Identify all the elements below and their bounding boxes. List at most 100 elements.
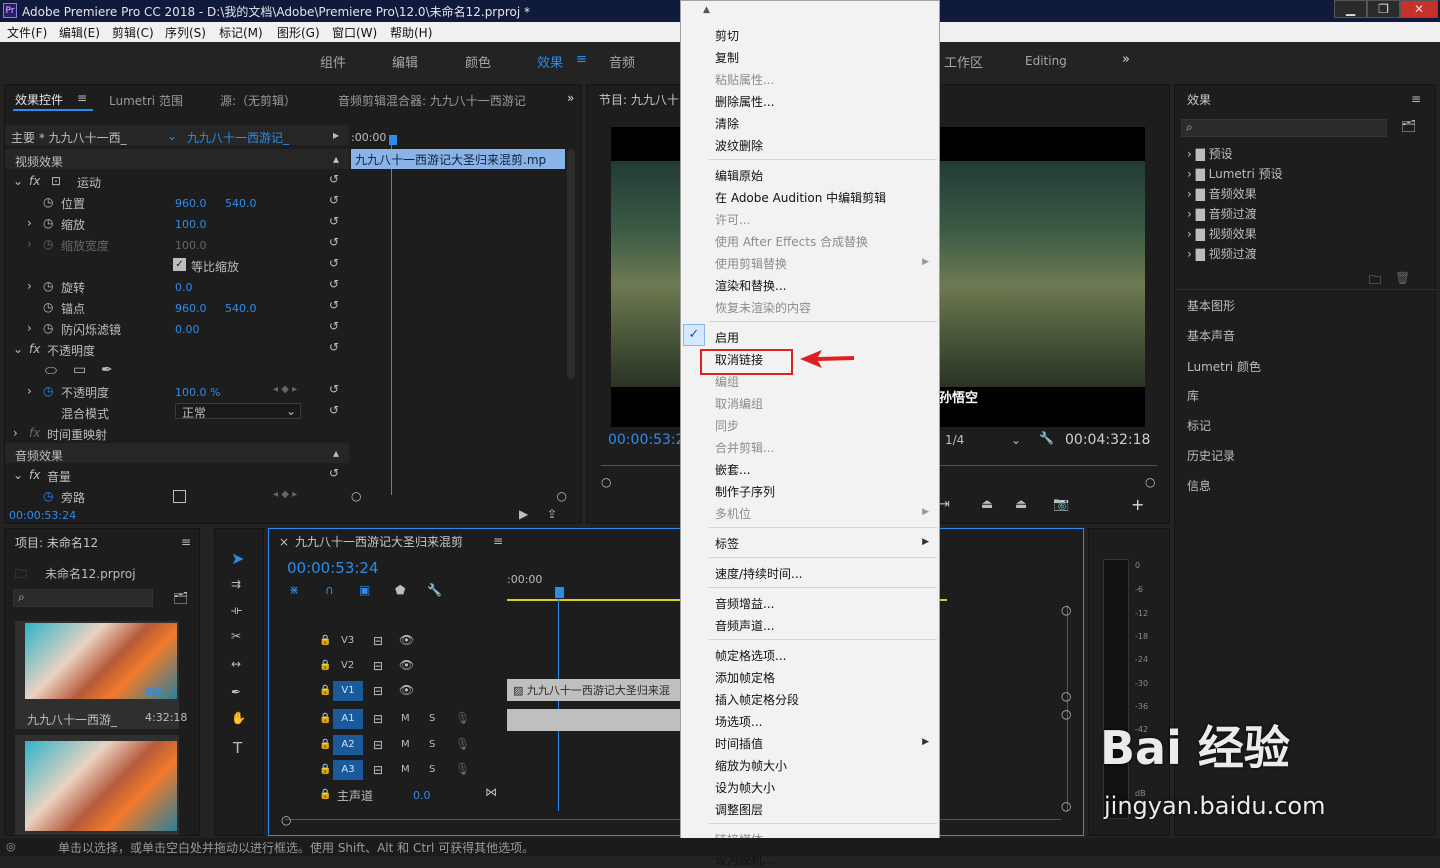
master-track-value[interactable]: 0.0 [413, 789, 431, 802]
lock-icon[interactable]: 🔒 [319, 789, 331, 800]
reset-icon[interactable]: ↺ [329, 382, 339, 396]
selection-tool-icon[interactable]: ➤ [231, 549, 244, 568]
track-label-a2[interactable]: A2 [333, 735, 363, 755]
effects-panel-title[interactable]: 效果 [1187, 91, 1211, 108]
stopwatch-icon[interactable]: ◷ [43, 321, 53, 335]
lock-icon[interactable]: 🔒 [319, 764, 331, 775]
menu-item-enable[interactable]: 启用 [715, 329, 739, 346]
menu-item-add-frame-hold[interactable]: 添加帧定格 [715, 669, 775, 686]
workspace-editing[interactable]: 编辑 [392, 52, 418, 71]
scroll-up-icon[interactable]: ▲ [703, 5, 710, 15]
workspace-assembly[interactable]: 组件 [320, 52, 346, 71]
ec-clip-bar[interactable]: 九九八十一西游记大圣归来混剪.mp [351, 149, 565, 169]
ec-current-time[interactable]: 00:00:53:24 [9, 509, 76, 522]
menu-window[interactable]: 窗口(W) [332, 24, 377, 41]
menu-edit[interactable]: 编辑(E) [59, 24, 100, 41]
reset-icon[interactable]: ↺ [329, 193, 339, 207]
fx-icon[interactable]: fx [29, 468, 40, 482]
bypass-checkbox[interactable] [173, 490, 186, 503]
mic-icon[interactable]: 🎙 [455, 737, 470, 751]
menu-item-adjustment-layer[interactable]: 调整图层 [715, 801, 763, 818]
scroll-handle-top-icon[interactable]: ○ [1061, 707, 1071, 721]
zoom-level[interactable]: 1/4 [945, 433, 964, 447]
effects-tree-item[interactable]: › ▇ 预设 [1187, 145, 1233, 162]
fx-icon[interactable]: fx [29, 174, 40, 188]
sync-lock-icon[interactable]: ⊟ [373, 712, 383, 726]
hand-tool-icon[interactable]: ✋ [231, 711, 246, 725]
sequence-clip-label[interactable]: 九九八十一西游记_ [187, 129, 289, 146]
insert-icon[interactable]: ⇥ [939, 497, 950, 512]
menu-item-insert-frame-hold-segment[interactable]: 插入帧定格分段 [715, 691, 799, 708]
lock-icon[interactable]: 🔒 [319, 660, 331, 671]
menu-item-scale-to-frame-size[interactable]: 缩放为帧大小 [715, 757, 787, 774]
menu-item-remove-attributes[interactable]: 删除属性... [715, 93, 774, 110]
fx-icon[interactable]: fx [29, 342, 40, 356]
lock-icon[interactable]: 🔒 [319, 685, 331, 696]
panel-menu-icon[interactable]: ≡ [181, 535, 191, 549]
panel-menu-icon[interactable]: ≡ [493, 534, 503, 548]
menu-item-speed-duration[interactable]: 速度/持续时间... [715, 565, 803, 582]
eye-icon[interactable]: 👁 [399, 658, 414, 672]
menu-marker[interactable]: 标记(M) [219, 24, 263, 41]
menu-graphics[interactable]: 图形(G) [277, 24, 320, 41]
menu-item-time-interpolation[interactable]: 时间插值 [715, 735, 763, 752]
keyframe-nav-icon[interactable]: ◂ ◆ ▸ [273, 489, 297, 500]
new-bin-icon[interactable]: 🗂 [1401, 119, 1416, 133]
expand-icon[interactable]: › [27, 384, 32, 398]
menu-item-ripple-delete[interactable]: 波纹删除 [715, 137, 763, 154]
menu-sequence[interactable]: 序列(S) [165, 24, 206, 41]
panel-overflow-icon[interactable]: » [567, 91, 574, 105]
sync-lock-icon[interactable]: ⊟ [373, 738, 383, 752]
program-timecode[interactable]: 00:00:53:2 [608, 432, 685, 448]
ec-playhead[interactable] [389, 135, 397, 145]
tab-source[interactable]: 源:（无剪辑） [220, 92, 296, 109]
eye-icon[interactable]: 👁 [399, 683, 414, 697]
menu-item-nest[interactable]: 嵌套... [715, 461, 750, 478]
snap-icon[interactable]: ⋇ [289, 583, 299, 597]
menu-item-copy[interactable]: 复制 [715, 49, 739, 66]
track-label-v2[interactable]: V2 [341, 660, 354, 671]
stopwatch-active-icon[interactable]: ◷ [43, 489, 53, 503]
scroll-handle-right-icon[interactable]: ○ [1145, 475, 1155, 489]
filter-play-icon[interactable]: ▶︎ [519, 507, 528, 521]
tab-effect-controls[interactable]: 效果控件 [15, 91, 63, 108]
video-clip[interactable]: ▨ 九九八十一西游记大圣归来混 [507, 679, 681, 701]
expand-icon[interactable]: › [13, 426, 18, 440]
type-tool-icon[interactable]: T [233, 739, 242, 757]
timeline-timecode[interactable]: 00:00:53:24 [287, 559, 379, 577]
play-clip-icon[interactable]: ▸ [333, 128, 339, 142]
export-frame-icon[interactable]: ⇪ [547, 507, 557, 521]
collapse-icon[interactable]: ▴ [333, 152, 339, 166]
menu-help[interactable]: 帮助(H) [390, 24, 432, 41]
minimize-button[interactable]: ▁ [1334, 0, 1367, 18]
menu-item-edit-original[interactable]: 编辑原始 [715, 167, 763, 184]
pen-mask-icon[interactable]: ✒ [101, 362, 113, 378]
close-button[interactable]: ✕ [1400, 0, 1438, 18]
expand-icon[interactable]: › [27, 216, 32, 230]
ripple-edit-tool-icon[interactable]: ⟛ [231, 603, 242, 618]
keyframe-nav-icon[interactable]: ◂ ◆ ▸ [273, 384, 297, 395]
motion-transform-icon[interactable]: ⊡ [51, 174, 61, 188]
add-marker-icon[interactable]: ▣ [359, 583, 370, 597]
section-info[interactable]: 信息 [1187, 477, 1211, 494]
scale-value[interactable]: 100.0 [175, 218, 207, 231]
tab-audio-clip-mixer[interactable]: 音频剪辑混合器: 九九八十一西游记 [338, 92, 548, 109]
maximize-button[interactable]: ❐ [1367, 0, 1400, 18]
stopwatch-icon[interactable]: ◷ [43, 279, 53, 293]
master-clip-label[interactable]: 主要 * 九九八十一西_ [11, 129, 127, 146]
timeline-horizontal-scrollbar[interactable] [285, 819, 1061, 820]
new-bin-icon[interactable]: 🗂 [173, 591, 188, 605]
effects-tree-item[interactable]: › ▇ Lumetri 预设 [1187, 165, 1283, 182]
close-sequence-icon[interactable]: × [279, 535, 289, 549]
menu-item-field-options[interactable]: 场选项... [715, 713, 762, 730]
master-track-bracket-icon[interactable]: ⋈ [485, 785, 497, 799]
workspace-audio[interactable]: 音频 [609, 52, 635, 71]
volume-expand-icon[interactable]: ⌄ [13, 468, 23, 482]
lift-icon[interactable]: ⏏ [981, 497, 993, 512]
position-y-value[interactable]: 540.0 [225, 197, 257, 210]
effects-tree-item[interactable]: › ▇ 视频过渡 [1187, 245, 1257, 262]
slip-tool-icon[interactable]: ↔ [231, 657, 241, 671]
effects-tree-item[interactable]: › ▇ 音频过渡 [1187, 205, 1257, 222]
uniform-scale-checkbox[interactable]: ✓ [173, 258, 186, 271]
project-item-card[interactable] [15, 735, 179, 835]
